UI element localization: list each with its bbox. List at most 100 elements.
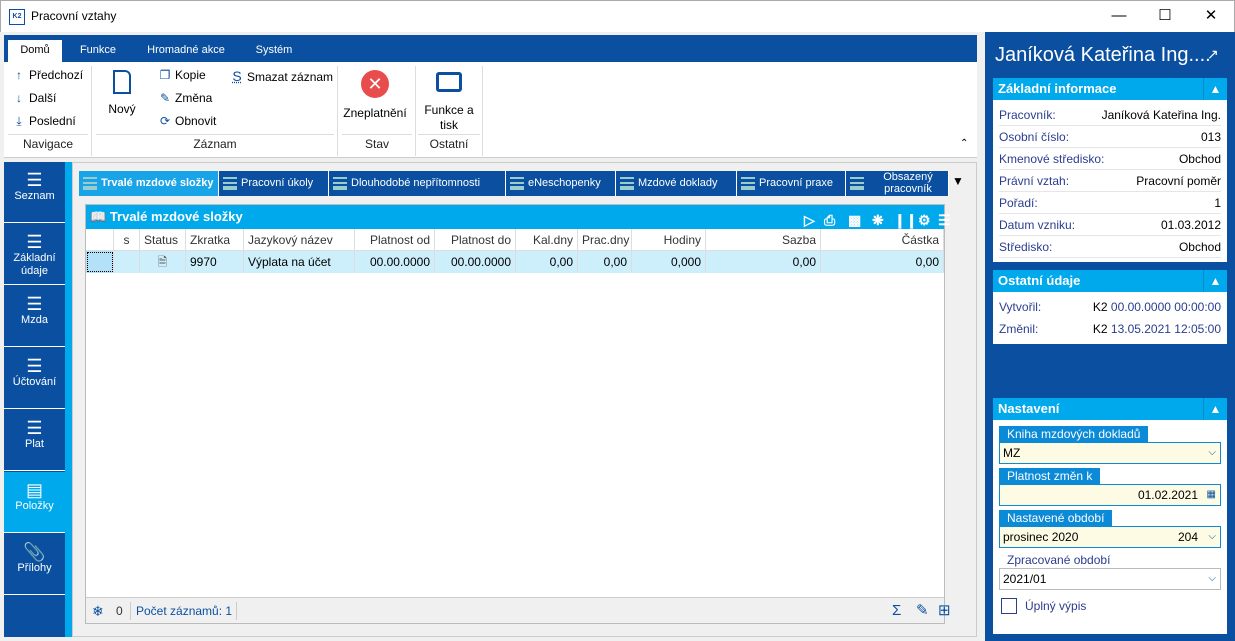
calendar-icon[interactable]: ▦: [1207, 485, 1216, 505]
info-row-changed: Změnil: K2 13.05.2021 12:05:00: [999, 322, 1221, 336]
new-document-icon: [113, 70, 131, 94]
minimize-icon[interactable]: —: [1096, 5, 1142, 29]
list-icon: ☰: [26, 294, 43, 314]
cell-hodiny: 0,000: [632, 251, 706, 273]
selected-count: 0: [116, 604, 123, 618]
nav-zakladni-udaje[interactable]: ☰ Základní údaje: [4, 224, 65, 285]
tab-domu[interactable]: Domů: [8, 40, 62, 62]
kniha-select[interactable]: MZ ⌵: [999, 442, 1221, 464]
cell-castka: 0,00: [821, 251, 944, 273]
add-record-icon[interactable]: ⊞: [938, 598, 951, 624]
nav-polozky[interactable]: ▤ Položky: [4, 472, 65, 533]
maximize-icon[interactable]: ☐: [1142, 5, 1188, 29]
paperclip-icon: 📎: [23, 542, 46, 562]
book-icon: 📖: [90, 209, 107, 224]
dropdown-icon[interactable]: ⌵: [1208, 527, 1216, 547]
box-icon: ▤: [25, 480, 43, 500]
collapse-ribbon-icon[interactable]: ⌃: [960, 138, 968, 149]
next-button[interactable]: ↓ Další: [12, 91, 56, 105]
list-icon: ☰: [26, 232, 43, 252]
left-navigation: ☰ Seznam ☰ Základní údaje ☰ Mzda ☰ Účtování ☰…: [4, 162, 65, 637]
sum-icon[interactable]: Σ: [892, 598, 901, 624]
chevron-up-icon[interactable]: ▲: [1203, 78, 1227, 100]
col-kal-dny[interactable]: Kal.dny: [516, 229, 578, 251]
section-basic-info: Základní informace ▲ Pracovník: Janíková K…: [993, 78, 1227, 262]
col-hodiny[interactable]: Hodiny: [632, 229, 706, 251]
info-row: Pracovník: Janíková Kateřina Ing.: [999, 104, 1221, 126]
field-label: Platnost změn k: [999, 468, 1101, 484]
ribbon-tabs: Domů Funkce Hromadné akce Systém: [4, 35, 977, 62]
col-s[interactable]: s: [114, 229, 140, 251]
copy-button[interactable]: ❐ Kopie: [158, 68, 206, 82]
new-button[interactable]: Nový: [104, 70, 140, 116]
cancel-circle-icon: ✕: [361, 70, 389, 98]
nav-mzda[interactable]: ☰ Mzda: [4, 286, 65, 347]
grid-header: 📖 Trvalé mzdové složky ▷ ⎙ ▩ ❋ ❙❙ ⚙ ☰: [86, 205, 951, 229]
tab-eneschopenky[interactable]: eNeschopenky: [506, 171, 616, 196]
tab-hromadne-akce[interactable]: Hromadné akce: [136, 40, 236, 62]
dropdown-icon[interactable]: ⌵: [1208, 443, 1216, 463]
row-selector[interactable]: [86, 251, 114, 273]
tab-mzdove-doklady[interactable]: Mzdové doklady: [616, 171, 737, 196]
arrow-down-end-icon: ⤓: [16, 114, 22, 128]
close-icon[interactable]: ✕: [1188, 5, 1234, 29]
zpracovane-obdobi-select[interactable]: 2021/01 ⌵: [999, 568, 1221, 590]
chevron-up-icon[interactable]: ▲: [1203, 270, 1227, 292]
cell-kal-dny: 0,00: [516, 251, 578, 273]
delete-record-button[interactable]: S Smazat záznam: [230, 68, 333, 84]
grid-status-bar: ❄ 0 Počet záznamů: 1 Σ ✎ ⊞: [86, 597, 951, 624]
chevron-up-icon[interactable]: ▲: [1203, 398, 1227, 420]
tab-system[interactable]: Systém: [244, 40, 304, 62]
nav-plat[interactable]: ☰ Plat: [4, 410, 65, 471]
employee-title: Janíková Kateřina Ing....: [995, 44, 1211, 66]
invalidate-button[interactable]: ✕ Zneplatnění: [342, 70, 408, 120]
tab-pracovni-ukoly[interactable]: Pracovní úkoly: [219, 171, 329, 196]
col-jazykovy-nazev[interactable]: Jazykový název: [244, 229, 355, 251]
pencil-icon[interactable]: ✎: [916, 598, 929, 624]
uplny-vypis-checkbox[interactable]: Úplný výpis: [1001, 598, 1227, 614]
col-castka[interactable]: Částka: [821, 229, 944, 251]
nav-strip: [65, 162, 72, 637]
previous-button[interactable]: ↑ Předchozí: [12, 68, 83, 82]
nav-uctovani[interactable]: ☰ Účtování: [4, 348, 65, 409]
copy-icon: ❐: [159, 68, 171, 82]
tabs-overflow-icon[interactable]: ▼: [952, 174, 964, 188]
col-sazba[interactable]: Sazba: [706, 229, 821, 251]
refresh-button[interactable]: ⟳ Obnovit: [158, 114, 216, 128]
info-row: Pořadí: 1: [999, 192, 1221, 214]
row-header: [86, 229, 114, 251]
grid-title: Trvalé mzdové složky: [109, 209, 243, 224]
platnost-date-input[interactable]: 01.02.2021 ▦: [999, 484, 1221, 506]
nav-prilohy[interactable]: 📎 Přílohy: [4, 534, 65, 595]
checkbox-icon[interactable]: [1001, 598, 1017, 614]
field-label: Nastavené období: [999, 510, 1113, 526]
list-icon: ☰: [26, 356, 43, 376]
arrow-up-icon: ↑: [16, 68, 22, 82]
popout-icon[interactable]: ↗: [1207, 46, 1219, 63]
last-button[interactable]: ⤓ Poslední: [12, 114, 75, 129]
dropdown-icon[interactable]: ⌵: [1208, 569, 1216, 589]
tab-funkce[interactable]: Funkce: [68, 40, 128, 62]
col-platnost-od[interactable]: Platnost od: [355, 229, 435, 251]
group-label-ostatni: Ostatní: [429, 137, 469, 151]
nav-seznam[interactable]: ☰ Seznam: [4, 162, 65, 223]
snowflake-icon[interactable]: ❄: [92, 598, 104, 624]
section-header: Základní informace ▲: [993, 78, 1227, 100]
info-row-created: Vytvořil: K2 00.00.0000 00:00:00: [999, 300, 1221, 314]
col-platnost-do[interactable]: Platnost do: [435, 229, 516, 251]
cell-platnost-do: 00.00.0000: [435, 251, 516, 273]
col-prac-dny[interactable]: Prac.dny: [578, 229, 632, 251]
tab-trvale-mzdove-slozky[interactable]: Trvalé mzdové složky: [79, 171, 219, 196]
nastavene-obdobi-select[interactable]: prosinec 2020 204 ⌵: [999, 526, 1221, 548]
edit-button[interactable]: ✎ Změna: [158, 91, 212, 105]
tab-dlouhodobe-nepritomnosti[interactable]: Dlouhodobé nepřítomnosti: [329, 171, 506, 196]
functions-print-button[interactable]: Funkce a tisk: [418, 70, 480, 133]
field-label: Kniha mzdových dokladů: [999, 426, 1149, 442]
col-zkratka[interactable]: Zkratka: [186, 229, 244, 251]
col-status[interactable]: Status: [140, 229, 186, 251]
tab-obsazeny-pracovnik[interactable]: Obsazený pracovník: [846, 171, 949, 196]
section-header: Ostatní údaje ▲: [993, 270, 1227, 292]
tab-pracovni-praxe[interactable]: Pracovní praxe: [737, 171, 846, 196]
section-settings: Nastavení ▲ Kniha mzdových dokladů MZ ⌵ Pl…: [993, 398, 1227, 634]
strike-s-icon: S: [232, 68, 242, 84]
